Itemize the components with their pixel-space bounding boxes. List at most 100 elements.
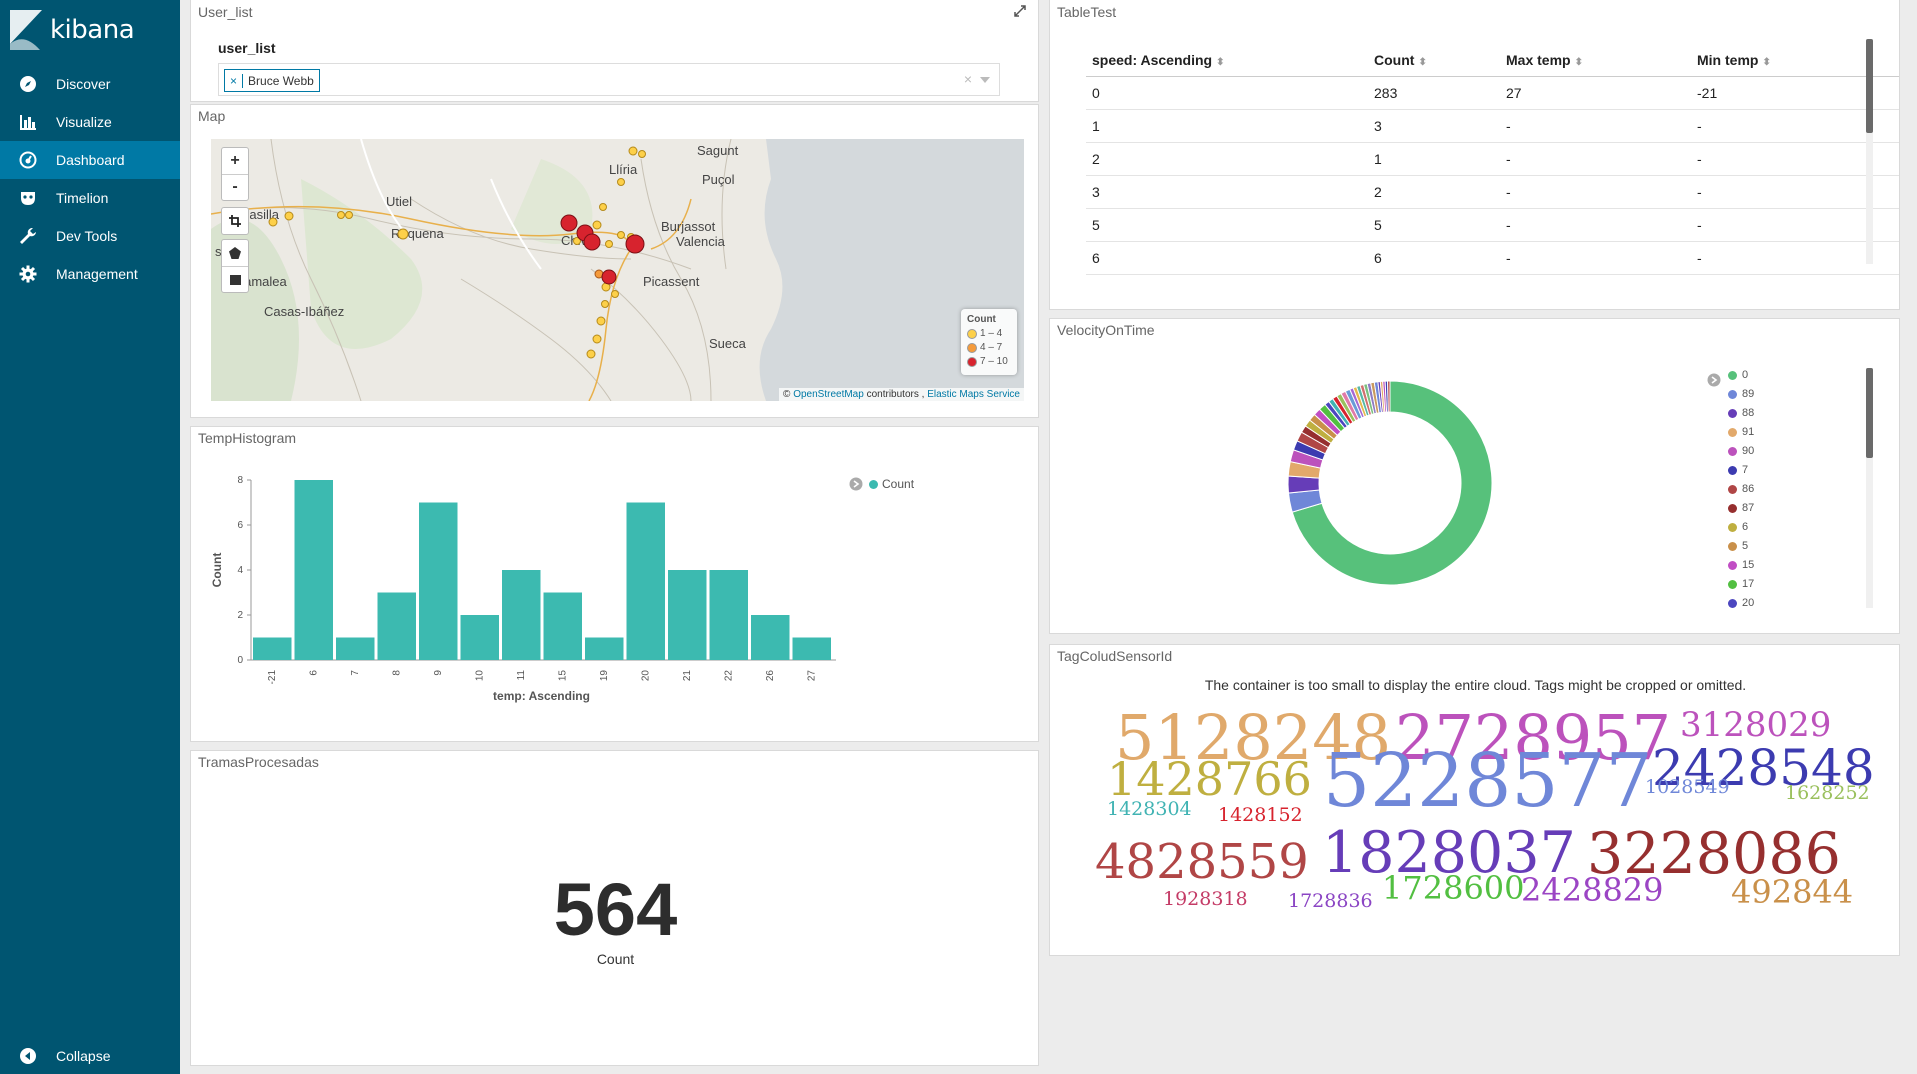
legend-scrollbar[interactable] — [1866, 368, 1873, 608]
y-tick-label: 8 — [237, 475, 243, 486]
cloud-tag[interactable]: 4828559 — [1095, 838, 1309, 886]
bar — [626, 502, 665, 660]
legend-item[interactable]: 7 — [1728, 464, 1748, 476]
sort-icon[interactable]: ⬍ — [1762, 57, 1770, 68]
selected-tag[interactable]: × Bruce Webb — [224, 69, 320, 92]
table-cell[interactable]: 0 — [1086, 76, 1368, 110]
table-cell[interactable]: 3 — [1086, 175, 1368, 209]
map-legend: Count 1 – 4 4 – 7 7 – 10 — [961, 309, 1017, 375]
legend-item: 7 – 10 — [967, 356, 1008, 367]
scroll-thumb[interactable] — [1866, 368, 1873, 458]
draw-rectangle-button[interactable] — [222, 267, 248, 292]
legend-item[interactable]: 15 — [1728, 559, 1754, 571]
cloud-tag[interactable]: 1028549 — [1645, 778, 1730, 797]
x-tick-label: 11 — [516, 670, 527, 681]
table-cell[interactable]: 5 — [1086, 208, 1368, 242]
nav-item-management[interactable]: Management — [0, 255, 180, 293]
legend-swatch — [967, 328, 977, 339]
bar — [751, 615, 790, 660]
table-cell[interactable]: - — [1500, 175, 1691, 209]
table-scrollbar[interactable] — [1866, 39, 1873, 264]
legend-item[interactable]: 86 — [1728, 483, 1754, 495]
nav-item-timelion[interactable]: Timelion — [0, 179, 180, 217]
fit-bounds-button[interactable] — [221, 207, 249, 235]
tag-remove-icon[interactable]: × — [225, 73, 244, 88]
sort-icon[interactable]: ⬍ — [1216, 57, 1224, 68]
legend-toggle-icon[interactable] — [1707, 373, 1721, 387]
nav-item-discover[interactable]: Discover — [0, 65, 180, 103]
table-cell[interactable]: 6 — [1368, 241, 1500, 275]
panel-table-test: TableTest speed: Ascending ⬍ Count ⬍ Max t… — [1049, 0, 1900, 310]
nav-item-dashboard[interactable]: Dashboard — [0, 141, 180, 179]
panel-user-list: User_list user_list × Bruce Webb × — [190, 0, 1039, 102]
cloud-tag[interactable]: 5228577 — [1323, 744, 1653, 818]
tag-label: Bruce Webb — [248, 73, 314, 88]
map-marker — [592, 334, 602, 344]
legend-swatch — [1728, 408, 1737, 418]
draw-polygon-button[interactable] — [222, 240, 248, 267]
zoom-out-button[interactable]: - — [222, 175, 248, 200]
table-cell[interactable]: 2 — [1368, 175, 1500, 209]
table-cell[interactable]: 283 — [1368, 76, 1500, 110]
table-cell[interactable]: 1 — [1368, 142, 1500, 176]
cloud-tag[interactable]: 1428766 — [1107, 756, 1312, 802]
cloud-tag[interactable]: 2428829 — [1521, 874, 1664, 906]
cloud-tag[interactable]: 1728836 — [1288, 892, 1373, 911]
cloud-tag[interactable]: 1428304 — [1107, 800, 1192, 819]
nav-item-dev-tools[interactable]: Dev Tools — [0, 217, 180, 255]
ems-link[interactable]: Elastic Maps Service — [927, 389, 1020, 400]
cloud-tag[interactable]: 1628252 — [1785, 784, 1870, 803]
column-header[interactable]: Count ⬍ — [1368, 44, 1500, 77]
collapse-button[interactable]: Collapse — [0, 1038, 198, 1074]
table-cell[interactable]: 3 — [1368, 109, 1500, 143]
cloud-tag[interactable]: 492844 — [1731, 876, 1853, 908]
table-cell[interactable]: - — [1500, 208, 1691, 242]
scroll-thumb[interactable] — [1866, 39, 1873, 133]
nav-item-visualize[interactable]: Visualize — [0, 103, 180, 141]
legend-label: 89 — [1742, 388, 1755, 400]
sort-icon[interactable]: ⬍ — [1575, 57, 1583, 68]
kibana-logo[interactable]: kibana — [10, 8, 135, 52]
cloud-tag[interactable]: 1428152 — [1218, 806, 1303, 825]
user-select[interactable]: × Bruce Webb × — [218, 63, 1000, 96]
legend-item[interactable]: 6 — [1728, 521, 1748, 533]
header-label: speed: Ascending — [1092, 52, 1213, 68]
legend-item[interactable]: 87 — [1728, 502, 1754, 514]
table-cell[interactable]: - — [1500, 241, 1691, 275]
table-cell[interactable]: 2 — [1086, 142, 1368, 176]
legend-item[interactable]: 88 — [1728, 407, 1754, 419]
table-cell[interactable]: 6 — [1086, 241, 1368, 275]
sort-icon[interactable]: ⬍ — [1418, 57, 1426, 68]
osm-link[interactable]: OpenStreetMap — [793, 389, 864, 400]
table-cell[interactable]: - — [1500, 142, 1691, 176]
map-marker — [586, 349, 596, 359]
expand-icon[interactable] — [1014, 5, 1026, 17]
legend-item[interactable]: 17 — [1728, 578, 1754, 590]
clear-icon[interactable]: × — [964, 71, 972, 87]
table-cell[interactable]: 1 — [1086, 109, 1368, 143]
table-row: 0 283 27 -21 — [1086, 76, 1899, 110]
cloud-tag[interactable]: 1928318 — [1163, 890, 1248, 909]
table-cell[interactable]: 27 — [1500, 76, 1691, 110]
legend-label: 17 — [1742, 578, 1755, 590]
table-cell[interactable]: 5 — [1368, 208, 1500, 242]
legend-item[interactable]: 0 — [1728, 369, 1748, 381]
legend-item[interactable]: 20 — [1728, 597, 1754, 609]
legend-toggle-icon[interactable] — [849, 477, 863, 491]
zoom-in-button[interactable]: + — [222, 148, 248, 175]
nav-label: Discover — [56, 76, 111, 92]
cloud-tag[interactable]: 1728600 — [1382, 872, 1525, 904]
legend-item[interactable]: 89 — [1728, 388, 1754, 400]
legend-label[interactable]: Count — [882, 477, 914, 491]
legend-item[interactable]: 5 — [1728, 540, 1748, 552]
legend-item[interactable]: 90 — [1728, 445, 1754, 457]
cloud-tag[interactable]: 3128029 — [1680, 708, 1831, 742]
bar — [253, 637, 292, 660]
legend-swatch — [1728, 389, 1737, 399]
map-canvas[interactable]: Llíria Puçol Sagunt Utiel Requena Chiva … — [211, 139, 1024, 401]
column-header[interactable]: speed: Ascending ⬍ — [1086, 44, 1368, 77]
chevron-down-icon[interactable] — [980, 77, 990, 84]
table-cell[interactable]: - — [1500, 109, 1691, 143]
column-header[interactable]: Max temp ⬍ — [1500, 44, 1691, 77]
legend-item[interactable]: 91 — [1728, 426, 1754, 438]
